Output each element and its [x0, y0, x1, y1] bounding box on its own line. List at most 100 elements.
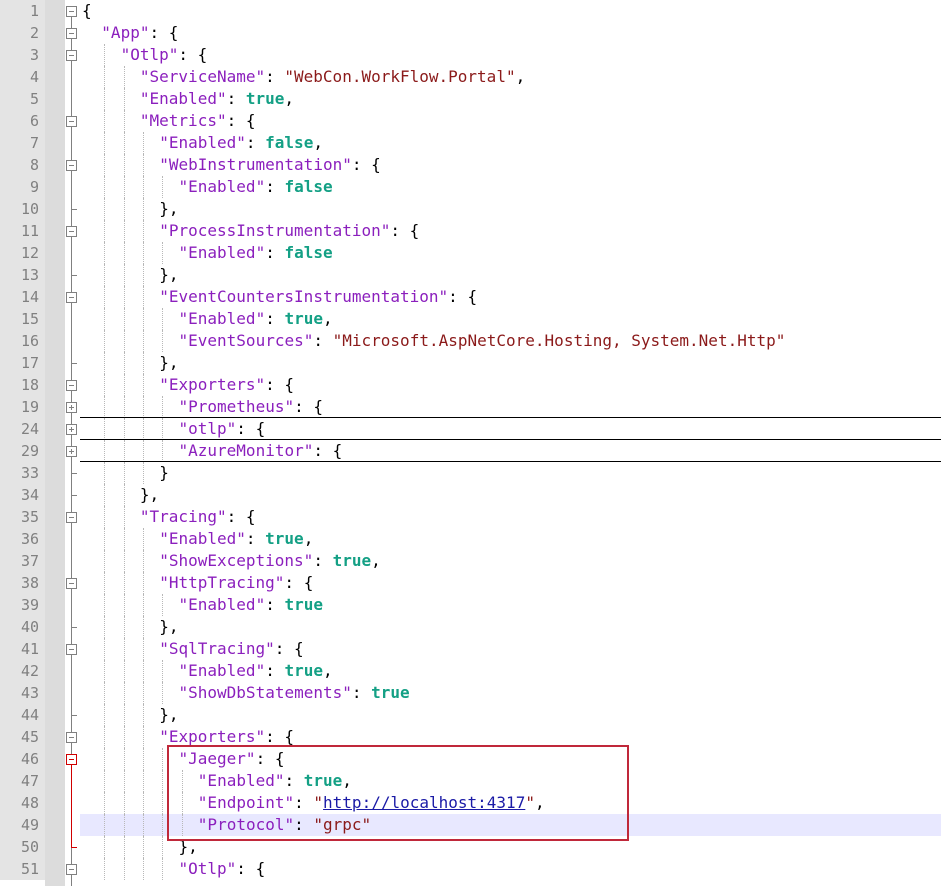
json-key: "Enabled" [178, 661, 266, 680]
code-text[interactable]: }, [159, 352, 178, 374]
code-line[interactable]: 12 "Enabled": false [0, 242, 941, 264]
code-text[interactable]: "Otlp": { [179, 858, 266, 880]
code-line[interactable]: 11 "ProcessInstrumentation": { [0, 220, 941, 242]
json-key: "Exporters" [159, 375, 266, 394]
code-text[interactable]: "ShowDbStatements": true [179, 682, 410, 704]
code-line[interactable]: 35 "Tracing": { [0, 506, 941, 528]
code-line[interactable]: 3 "Otlp": { [0, 44, 941, 66]
code-text[interactable]: "Prometheus": { [179, 396, 324, 418]
code-text[interactable]: "EventCountersInstrumentation": { [159, 286, 477, 308]
collapse-fold-icon[interactable] [66, 864, 77, 875]
code-text[interactable]: "HttpTracing": { [159, 572, 313, 594]
code-line[interactable]: 13}, [0, 264, 941, 286]
collapse-fold-icon[interactable] [66, 6, 77, 17]
collapse-fold-icon[interactable] [66, 292, 77, 303]
code-text[interactable]: "Enabled": true, [179, 660, 333, 682]
code-line[interactable]: 5 "Enabled": true, [0, 88, 941, 110]
code-text[interactable]: "ProcessInstrumentation": { [159, 220, 419, 242]
collapse-fold-icon[interactable] [66, 50, 77, 61]
json-boolean: true [245, 89, 285, 108]
collapse-fold-icon[interactable] [66, 380, 77, 391]
code-text[interactable]: }, [159, 198, 178, 220]
line-number: 2 [0, 22, 45, 44]
code-line[interactable]: 40}, [0, 616, 941, 638]
code-text[interactable]: "Enabled": true, [159, 528, 313, 550]
code-text[interactable]: "SqlTracing": { [159, 638, 304, 660]
indent-guide [142, 550, 144, 572]
code-text[interactable]: "EventSources": "Microsoft.AspNetCore.Ho… [179, 330, 786, 352]
collapse-fold-icon[interactable] [66, 28, 77, 39]
code-line[interactable]: 42 "Enabled": true, [0, 660, 941, 682]
expand-fold-icon[interactable] [66, 402, 77, 413]
expand-fold-icon[interactable] [66, 446, 77, 457]
code-editor[interactable]: 1{2 "App": {3 "Otlp": {4 "ServiceName": "We… [0, 0, 941, 886]
fold-minus-bar [69, 385, 74, 386]
indent-guide [104, 418, 106, 440]
fold-end-marker [71, 473, 77, 474]
indent-guide [123, 132, 125, 154]
code-line[interactable]: 18 "Exporters": { [0, 374, 941, 396]
code-text[interactable]: "Exporters": { [159, 374, 294, 396]
code-text[interactable]: "App": { [101, 22, 178, 44]
code-line[interactable]: 36 "Enabled": true, [0, 528, 941, 550]
code-text[interactable]: "Enabled": true, [140, 88, 294, 110]
code-line[interactable]: 9 "Enabled": false [0, 176, 941, 198]
code-line[interactable]: 37 "ShowExceptions": true, [0, 550, 941, 572]
code-line[interactable]: 16 "EventSources": "Microsoft.AspNetCore.… [0, 330, 941, 352]
code-text[interactable]: } [159, 462, 169, 484]
code-text[interactable]: "AzureMonitor": { [179, 440, 343, 462]
code-line[interactable]: 10}, [0, 198, 941, 220]
indent-guide [123, 550, 125, 572]
code-line[interactable]: 41 "SqlTracing": { [0, 638, 941, 660]
code-line[interactable]: 15 "Enabled": true, [0, 308, 941, 330]
code-text[interactable]: "Enabled": true [179, 594, 324, 616]
json-punctuation: : [245, 529, 266, 548]
code-line[interactable]: 17}, [0, 352, 941, 374]
collapse-fold-icon[interactable] [66, 644, 77, 655]
code-text[interactable]: }, [159, 616, 178, 638]
code-text[interactable]: "ServiceName": "WebCon.WorkFlow.Portal", [140, 66, 525, 88]
code-line[interactable]: 33} [0, 462, 941, 484]
code-line[interactable]: 2 "App": { [0, 22, 941, 44]
expand-fold-icon[interactable] [66, 424, 77, 435]
code-line[interactable]: 19 "Prometheus": { [0, 396, 941, 418]
code-text[interactable]: "Enabled": false [179, 176, 333, 198]
code-line[interactable]: 34}, [0, 484, 941, 506]
json-key: "SqlTracing" [159, 639, 275, 658]
code-text[interactable]: "Enabled": true, [179, 308, 333, 330]
code-text[interactable]: "Enabled": false [179, 242, 333, 264]
code-text[interactable]: }, [140, 484, 159, 506]
code-line[interactable]: 51 "Otlp": { [0, 858, 941, 880]
code-line[interactable]: 38 "HttpTracing": { [0, 572, 941, 594]
line-number: 41 [0, 638, 45, 660]
code-line[interactable]: 8 "WebInstrumentation": { [0, 154, 941, 176]
collapse-fold-icon[interactable] [66, 226, 77, 237]
indent-guide [104, 550, 106, 572]
code-text[interactable]: "ShowExceptions": true, [159, 550, 381, 572]
code-text[interactable]: }, [159, 264, 178, 286]
code-line[interactable]: 29 "AzureMonitor": { [0, 440, 941, 462]
code-line[interactable]: 6 "Metrics": { [0, 110, 941, 132]
code-line[interactable]: 44}, [0, 704, 941, 726]
line-number: 11 [0, 220, 45, 242]
collapse-fold-icon[interactable] [66, 732, 77, 743]
code-text[interactable]: "otlp": { [179, 418, 266, 440]
code-line[interactable]: 7 "Enabled": false, [0, 132, 941, 154]
collapse-fold-icon[interactable] [66, 116, 77, 127]
code-text[interactable]: "Enabled": false, [159, 132, 323, 154]
code-text[interactable]: { [82, 0, 92, 22]
code-line[interactable]: 24 "otlp": { [0, 418, 941, 440]
code-line[interactable]: 43 "ShowDbStatements": true [0, 682, 941, 704]
code-line[interactable]: 1{ [0, 0, 941, 22]
code-line[interactable]: 14 "EventCountersInstrumentation": { [0, 286, 941, 308]
collapse-fold-icon[interactable] [66, 160, 77, 171]
code-text[interactable]: }, [159, 704, 178, 726]
code-text[interactable]: "Tracing": { [140, 506, 256, 528]
code-text[interactable]: "Otlp": { [121, 44, 208, 66]
code-line[interactable]: 39 "Enabled": true [0, 594, 941, 616]
collapse-fold-icon[interactable] [66, 578, 77, 589]
code-text[interactable]: "WebInstrumentation": { [159, 154, 381, 176]
collapse-fold-icon[interactable] [66, 512, 77, 523]
code-text[interactable]: "Metrics": { [140, 110, 256, 132]
code-line[interactable]: 4 "ServiceName": "WebCon.WorkFlow.Portal"… [0, 66, 941, 88]
